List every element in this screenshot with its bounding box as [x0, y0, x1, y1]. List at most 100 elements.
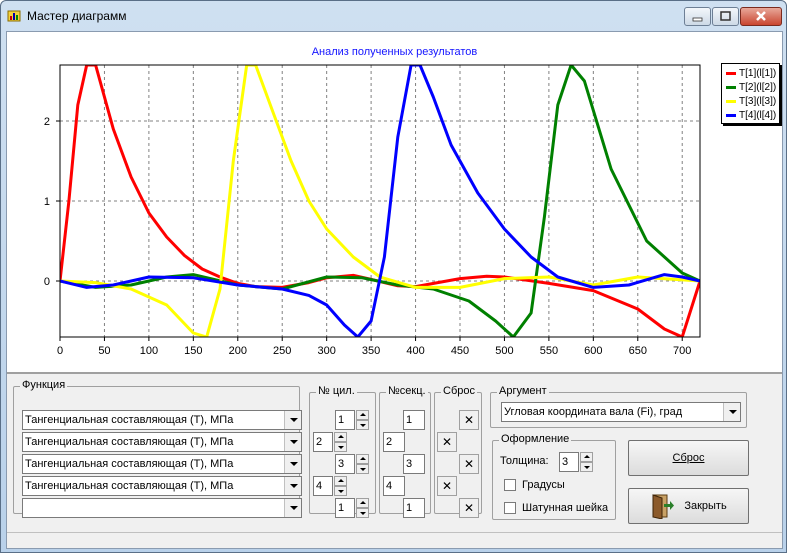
- spin-value[interactable]: 2: [313, 432, 333, 452]
- chart-panel: Анализ полученных результатов 0 50 100 150 2…: [7, 32, 782, 372]
- chevron-down-icon[interactable]: [284, 499, 301, 517]
- cylinder-spin-5[interactable]: 1: [335, 498, 370, 518]
- section-input-3[interactable]: 3: [403, 454, 425, 474]
- spin-down-icon[interactable]: [356, 464, 369, 474]
- reset-button[interactable]: Сброс: [628, 440, 749, 476]
- function-select-2[interactable]: Тангенциальная составляющая (T), МПа: [22, 432, 302, 452]
- function-select-5[interactable]: [22, 498, 302, 518]
- section-input-5[interactable]: 1: [403, 498, 425, 518]
- spin-up-icon[interactable]: [334, 432, 347, 442]
- x-tick-label: 100: [140, 345, 158, 357]
- function-select-value: Тангенциальная составляющая (T), МПа: [25, 436, 234, 448]
- spin-up-icon[interactable]: [334, 476, 347, 486]
- checkbox-box[interactable]: [504, 502, 516, 514]
- maximize-button[interactable]: [712, 7, 739, 26]
- function-group-label: Функция: [20, 379, 68, 391]
- door-exit-icon: [652, 494, 675, 519]
- crank-journal-label: Шатунная шейка: [522, 502, 609, 514]
- chevron-down-icon[interactable]: [284, 433, 301, 451]
- spin-value[interactable]: 4: [313, 476, 333, 496]
- x-tick-label: 400: [406, 345, 424, 357]
- cylinder-spin-3[interactable]: 3: [335, 454, 370, 474]
- spin-up-icon[interactable]: [356, 410, 369, 420]
- crank-journal-checkbox[interactable]: Шатунная шейка: [504, 502, 608, 514]
- section-input-4[interactable]: 4: [383, 476, 405, 496]
- function-select-value: Тангенциальная составляющая (T), МПа: [25, 458, 234, 470]
- cylinder-spin-1[interactable]: 1: [335, 410, 370, 430]
- thickness-spin[interactable]: 3: [559, 452, 594, 472]
- close-button[interactable]: Закрыть: [628, 488, 749, 524]
- degrees-checkbox[interactable]: Градусы: [504, 479, 565, 491]
- y-tick-label: 1: [44, 196, 50, 208]
- legend-item: T[3](l[3]): [726, 95, 776, 107]
- spin-down-icon[interactable]: [356, 420, 369, 430]
- reset-row-1-button[interactable]: ✕: [459, 410, 479, 430]
- chevron-down-icon[interactable]: [723, 403, 740, 421]
- settings-panel: Функция Тангенциальная составляющая (T),…: [7, 372, 782, 548]
- argument-group-label: Аргумент: [497, 385, 549, 397]
- close-window-button[interactable]: [740, 7, 782, 26]
- function-select-1[interactable]: Тангенциальная составляющая (T), МПа: [22, 410, 302, 430]
- x-tick-label: 150: [184, 345, 202, 357]
- function-select-3[interactable]: Тангенциальная составляющая (T), МПа: [22, 454, 302, 474]
- chart-legend: T[1](l[1]) T[2](l[2]) T[3](l[3]) T[4](l[…: [721, 63, 780, 124]
- reset-row-2-button[interactable]: ✕: [437, 432, 457, 452]
- reset-button-label: Сброс: [672, 452, 705, 464]
- reset-row-4-button[interactable]: ✕: [437, 476, 457, 496]
- x-tick-label: 550: [540, 345, 558, 357]
- reset-group-label: Сброс: [441, 385, 477, 397]
- x-tick-label: 200: [229, 345, 247, 357]
- legend-label: T[1](l[1]): [739, 67, 777, 79]
- legend-label: T[4](l[4]): [739, 109, 777, 121]
- spin-down-icon[interactable]: [334, 442, 347, 452]
- status-bar: [7, 532, 782, 548]
- title-bar[interactable]: Мастер диаграмм: [1, 1, 786, 31]
- section-group-label: №секц.: [386, 385, 428, 397]
- x-tick-label: 300: [317, 345, 335, 357]
- legend-swatch: [726, 85, 736, 89]
- spin-up-icon[interactable]: [356, 454, 369, 464]
- function-select-4[interactable]: Тангенциальная составляющая (T), МПа: [22, 476, 302, 496]
- legend-label: T[3](l[3]): [739, 95, 777, 107]
- argument-select-value: Угловая координата вала (Fi), град: [504, 406, 683, 418]
- client-area: Анализ полученных результатов 0 50 100 150 2…: [6, 31, 783, 549]
- chevron-down-icon[interactable]: [284, 477, 301, 495]
- degrees-label: Градусы: [522, 479, 565, 491]
- cylinder-group-label: № цил.: [316, 385, 357, 397]
- legend-swatch: [726, 71, 736, 75]
- y-tick-label: 0: [44, 276, 50, 288]
- line-chart: 0 50 100 150 200 250 300 350 400 450 500 550 600 650 7…: [44, 64, 701, 357]
- reset-row-3-button[interactable]: ✕: [459, 454, 479, 474]
- chevron-down-icon[interactable]: [284, 455, 301, 473]
- app-icon: [7, 10, 21, 22]
- spin-up-icon[interactable]: [356, 498, 369, 508]
- cylinder-spin-2[interactable]: 2: [313, 432, 348, 452]
- design-group-label: Оформление: [499, 433, 572, 445]
- minimize-icon: [692, 17, 703, 22]
- x-tick-label: 50: [98, 345, 110, 357]
- y-tick-label: 2: [44, 116, 50, 128]
- argument-select[interactable]: Угловая координата вала (Fi), град: [501, 402, 741, 422]
- thickness-label: Толщина:: [500, 455, 549, 467]
- spin-value[interactable]: 1: [335, 498, 355, 518]
- legend-item: T[2](l[2]): [726, 81, 776, 93]
- cylinder-spin-4[interactable]: 4: [313, 476, 348, 496]
- reset-row-5-button[interactable]: ✕: [459, 498, 479, 518]
- spin-down-icon[interactable]: [580, 462, 593, 472]
- spin-value[interactable]: 1: [335, 410, 355, 430]
- spin-up-icon[interactable]: [580, 452, 593, 462]
- x-tick-label: 600: [584, 345, 602, 357]
- function-select-value: Тангенциальная составляющая (T), МПа: [25, 414, 234, 426]
- section-input-2[interactable]: 2: [383, 432, 405, 452]
- minimize-button[interactable]: [684, 7, 711, 26]
- spin-down-icon[interactable]: [334, 486, 347, 496]
- checkbox-box[interactable]: [504, 479, 516, 491]
- spin-down-icon[interactable]: [356, 508, 369, 518]
- chevron-down-icon[interactable]: [284, 411, 301, 429]
- section-input-1[interactable]: 1: [403, 410, 425, 430]
- spin-value[interactable]: 3: [335, 454, 355, 474]
- close-button-label: Закрыть: [684, 500, 727, 512]
- x-tick-label: 500: [495, 345, 513, 357]
- thickness-value[interactable]: 3: [559, 452, 579, 472]
- x-tick-label: 0: [57, 345, 63, 357]
